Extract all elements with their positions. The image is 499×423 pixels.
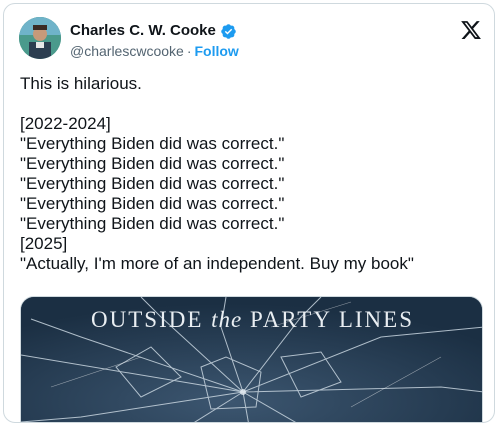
tweet-line: [2025]: [20, 234, 68, 253]
follow-button[interactable]: Follow: [194, 42, 238, 60]
handle[interactable]: @charlescwcooke: [70, 42, 184, 60]
tweet-line: "Everything Biden did was correct.": [20, 214, 285, 233]
tweet-line: "Everything Biden did was correct.": [20, 154, 285, 173]
tweet-line: This is hilarious.: [20, 74, 142, 93]
display-name[interactable]: Charles C. W. Cooke: [70, 21, 216, 41]
tweet-line: "Everything Biden did was correct.": [20, 174, 285, 193]
tweet-line: "Actually, I'm more of an independent. B…: [20, 254, 414, 273]
tweet-media-image[interactable]: OUTSIDE the PARTY LINES: [20, 296, 483, 422]
name-row: Charles C. W. Cooke: [70, 21, 237, 41]
verified-badge-icon: [220, 23, 237, 40]
tweet-line: "Everything Biden did was correct.": [20, 194, 285, 213]
tweet-card[interactable]: Charles C. W. Cooke @charlescwcooke · Fo…: [3, 3, 495, 423]
tweet-line: [2022-2024]: [20, 114, 111, 133]
handle-row: @charlescwcooke · Follow: [70, 42, 239, 60]
book-title-part: OUTSIDE: [91, 307, 212, 332]
tweet-text: This is hilarious. [2022-2024] "Everythi…: [20, 74, 490, 274]
tweet-line: "Everything Biden did was correct.": [20, 134, 285, 153]
book-title-part: PARTY LINES: [242, 307, 414, 332]
tweet-header: Charles C. W. Cooke @charlescwcooke · Fo…: [18, 16, 484, 64]
x-logo-icon[interactable]: [460, 19, 482, 41]
separator-dot: ·: [186, 43, 192, 59]
book-title: OUTSIDE the PARTY LINES: [21, 307, 482, 333]
avatar[interactable]: [19, 17, 61, 59]
book-title-part: the: [211, 307, 243, 332]
